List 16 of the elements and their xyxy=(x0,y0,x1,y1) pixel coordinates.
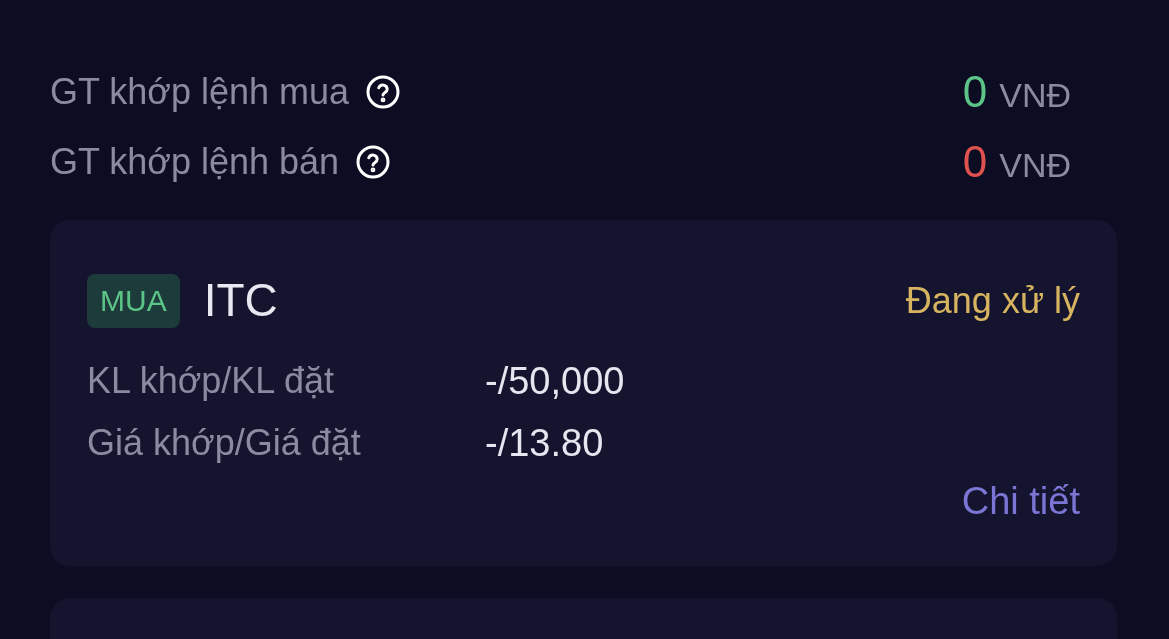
field-label: KL khớp/KL đặt xyxy=(87,359,336,403)
help-icon[interactable] xyxy=(355,144,392,180)
details-link[interactable]: Chi tiết xyxy=(961,473,1080,530)
order-status: Đang xử lý xyxy=(905,278,1080,323)
summary-label: GT khớp lệnh mua xyxy=(50,70,350,114)
currency-label: VNĐ xyxy=(999,145,1071,186)
amount-value: 0 xyxy=(962,66,988,118)
summary-label: GT khớp lệnh bán xyxy=(50,140,340,184)
field-label: Giá khớp/Giá đặt xyxy=(87,421,362,465)
field-value: -/13.80 xyxy=(485,420,604,466)
currency-label: VNĐ xyxy=(999,75,1071,116)
side-badge: MUA xyxy=(87,273,180,328)
stock-symbol: ITC xyxy=(203,273,278,328)
help-icon[interactable] xyxy=(365,74,402,110)
field-value: -/50,000 xyxy=(485,358,625,404)
amount-value: 0 xyxy=(962,136,988,188)
